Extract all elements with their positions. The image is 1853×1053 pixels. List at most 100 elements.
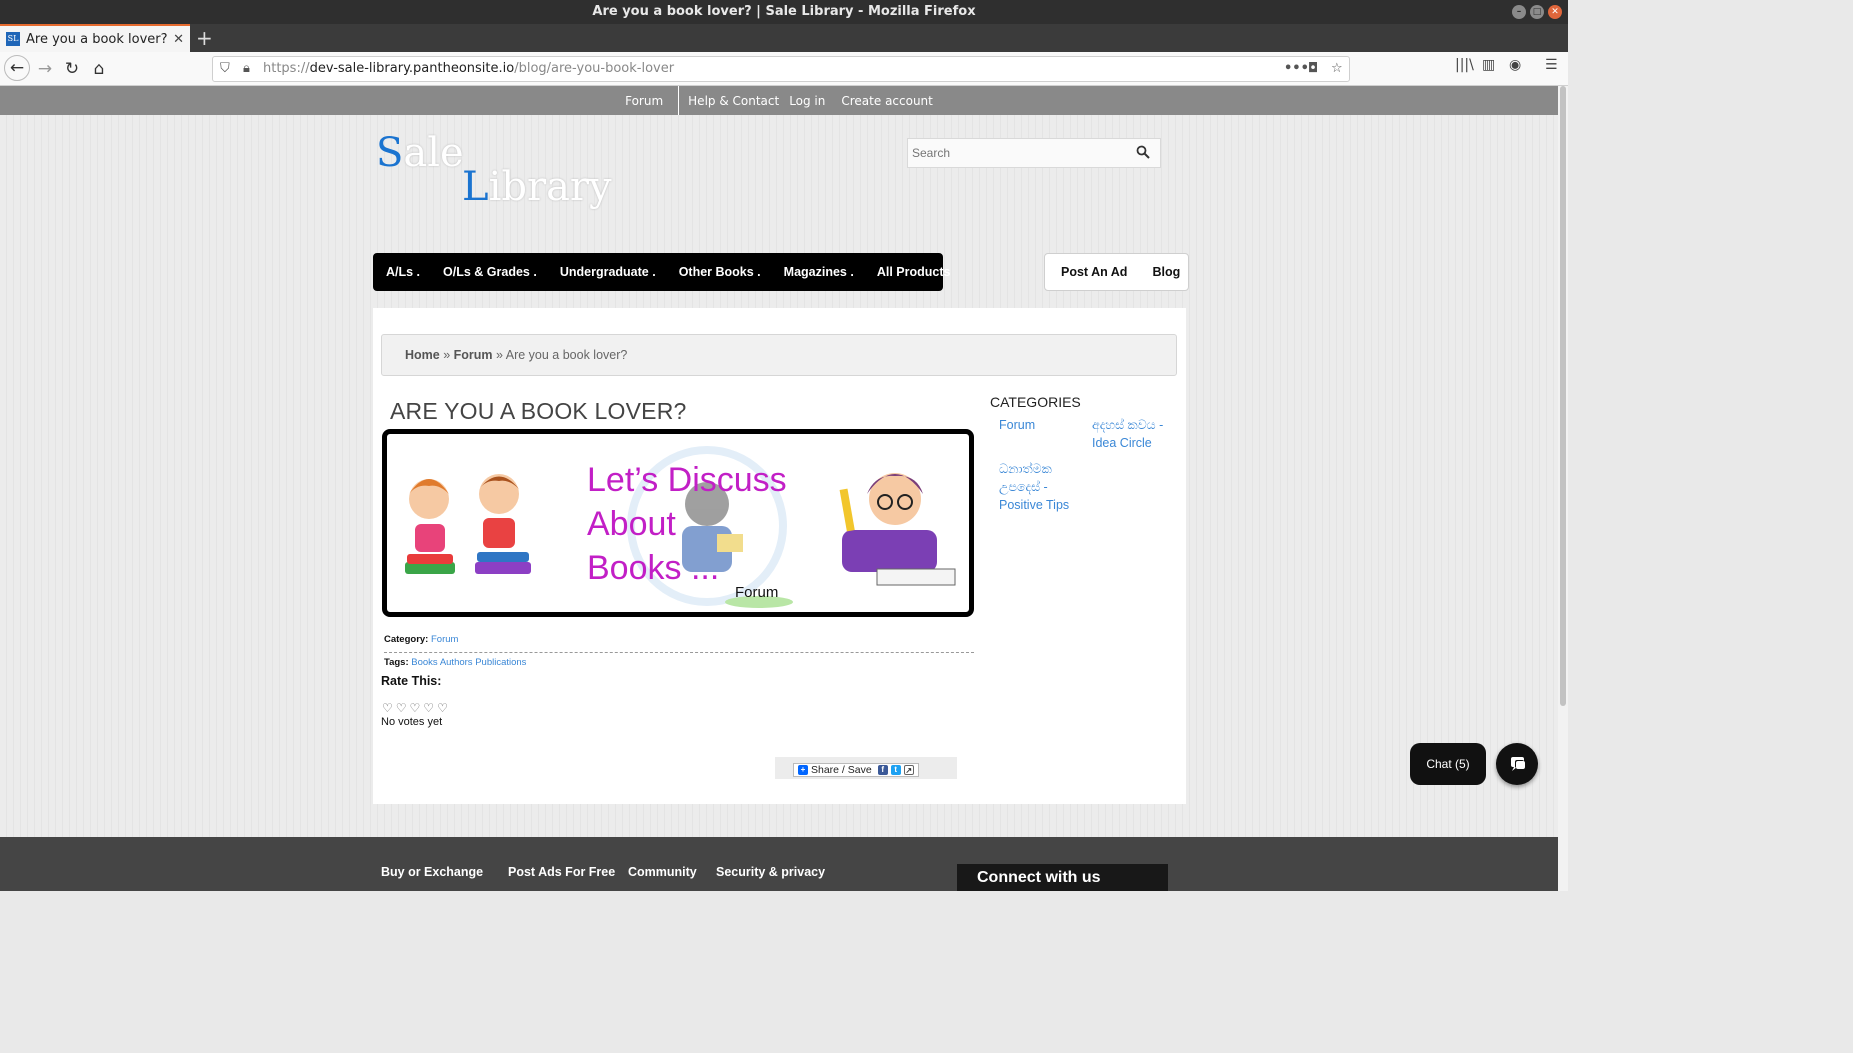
category-link-idea-circle[interactable]: අදහස් කවය - Idea Circle (1092, 416, 1172, 452)
favicon-icon: SL (6, 32, 20, 46)
search-input[interactable] (908, 139, 1128, 167)
facebook-icon[interactable]: f (877, 765, 888, 775)
twitter-icon[interactable]: t (890, 765, 901, 775)
url-scheme: https:// (263, 61, 310, 76)
breadcrumb-separator: » (492, 348, 506, 362)
window-titlebar: Are you a book lover? | Sale Library - M… (0, 0, 1568, 24)
minimize-icon[interactable]: – (1512, 5, 1526, 19)
pocket-icon[interactable]: ◘ (1308, 57, 1318, 81)
menu-item-other-books[interactable]: Other Books . (679, 265, 761, 279)
breadcrumb-forum[interactable]: Forum (454, 348, 493, 362)
category-link[interactable]: Forum (431, 634, 458, 645)
url-bar[interactable]: ⛉ 🔒︎ https://dev-sale-library.pantheonsi… (212, 56, 1350, 82)
share-label: Share / Save (811, 764, 872, 776)
category-label: Category: (384, 634, 429, 645)
menu-item-undergraduate[interactable]: Undergraduate . (560, 265, 656, 279)
rating-widget: ♡ ♡ ♡ ♡ ♡ (382, 702, 448, 714)
votes-count: No votes yet (381, 716, 443, 728)
article-tags: Tags: Books Authors Publications (384, 652, 974, 668)
heart-rating-icon[interactable]: ♡ (410, 702, 421, 714)
search-icon[interactable] (1136, 145, 1150, 159)
content-panel: Home » Forum » Are you a book lover? ARE… (373, 308, 1186, 804)
bookmark-star-icon[interactable]: ☆ (1331, 57, 1343, 81)
menu-item-magazines[interactable]: Magazines . (784, 265, 854, 279)
category-link-forum[interactable]: Forum (999, 416, 1035, 434)
share-save-button[interactable]: + Share / Save f t ↗ (793, 763, 919, 777)
breadcrumb-current: Are you a book lover? (505, 348, 628, 362)
scrollbar-thumb[interactable] (1560, 86, 1566, 706)
footer-link-community[interactable]: Community (628, 865, 697, 879)
share-plus-icon: + (798, 765, 808, 775)
girl-lying-icon (839, 473, 956, 586)
topbar-divider (678, 86, 680, 115)
main-menu: A/Ls . O/Ls & Grades . Undergraduate . O… (373, 253, 950, 291)
close-tab-icon[interactable]: ✕ (173, 32, 184, 47)
reload-button[interactable]: ↻ (60, 57, 84, 81)
topbar-create-account-link[interactable]: Create account (836, 94, 938, 108)
footer-link-buy-exchange[interactable]: Buy or Exchange (381, 865, 483, 879)
connect-with-us-heading: Connect with us (957, 864, 1168, 891)
shield-icon[interactable]: ⛉ (220, 57, 230, 81)
menu-item-als[interactable]: A/Ls . (386, 265, 420, 279)
girl-reading-icon (405, 479, 455, 574)
categories-title: CATEGORIES (990, 394, 1081, 410)
share-arrow-icon[interactable]: ↗ (903, 765, 914, 775)
page-scrollbar[interactable] (1558, 86, 1568, 891)
footer-link-security[interactable]: Security & privacy (716, 865, 825, 879)
web-page: Forum Help & Contact Log in Create accou… (0, 86, 1558, 891)
url-text: https://dev-sale-library.pantheonsite.io… (263, 57, 674, 81)
new-tab-button[interactable]: + (196, 26, 213, 50)
close-window-icon[interactable]: ✕ (1548, 5, 1562, 19)
tags-label: Tags: (384, 657, 409, 668)
page-actions-icon[interactable]: ••• (1284, 57, 1309, 81)
topbar-help-link[interactable]: Help & Contact (683, 94, 784, 108)
tab-bar: SL Are you a book lover? | Sal ✕ + (0, 24, 1568, 52)
secondary-menu: Post An Ad Blog (1044, 253, 1189, 291)
banner-line: About (587, 505, 676, 543)
site-logo[interactable]: Sale Library (376, 130, 616, 210)
article-category: Category: Forum (384, 634, 458, 645)
lock-icon[interactable]: 🔒︎ (243, 57, 250, 81)
account-icon[interactable]: ◉ (1509, 57, 1521, 73)
footer-link-post-ads[interactable]: Post Ads For Free (508, 865, 615, 879)
category-link-positive-tips[interactable]: ධනාත්මක උපදෙස් - Positive Tips (999, 460, 1079, 514)
chat-button[interactable] (1496, 743, 1538, 785)
post-an-ad-link[interactable]: Post An Ad (1061, 265, 1127, 279)
blog-link[interactable]: Blog (1152, 265, 1180, 279)
heart-rating-icon[interactable]: ♡ (423, 702, 434, 714)
banner-forum-label: Forum (735, 584, 779, 601)
menu-item-all-products[interactable]: All Products (877, 265, 951, 279)
maximize-icon[interactable]: □ (1530, 5, 1544, 19)
home-button[interactable]: ⌂ (87, 57, 111, 81)
share-bar: + Share / Save f t ↗ (775, 757, 957, 779)
tag-link[interactable]: Authors (440, 657, 473, 668)
topbar-login-link[interactable]: Log in (784, 94, 830, 108)
banner-headline: Let’s Discuss About Books ... (587, 458, 787, 590)
rate-this-label: Rate This: (381, 674, 442, 688)
navigation-toolbar: ← → ↻ ⌂ ⛉ 🔒︎ https://dev-sale-library.pa… (0, 52, 1568, 86)
article-title: ARE YOU A BOOK LOVER? (390, 398, 687, 424)
library-icon[interactable]: |||\ (1455, 57, 1474, 73)
breadcrumb-home[interactable]: Home (405, 348, 440, 362)
topbar-forum-link[interactable]: Forum (620, 94, 668, 108)
heart-rating-icon[interactable]: ♡ (437, 702, 448, 714)
tag-link[interactable]: Publications (475, 657, 526, 668)
back-button[interactable]: ← (4, 55, 30, 81)
boy-reading-icon (475, 474, 531, 574)
browser-tab[interactable]: SL Are you a book lover? | Sal ✕ (0, 24, 190, 52)
menu-item-ols-grades[interactable]: O/Ls & Grades . (443, 265, 537, 279)
url-host: dev-sale-library.pantheonsite.io (309, 61, 515, 76)
logo-word-library: Library (462, 164, 612, 210)
footer: Buy or Exchange Post Ads For Free Commun… (0, 837, 1558, 891)
forward-button[interactable]: → (33, 57, 57, 81)
heart-rating-icon[interactable]: ♡ (396, 702, 407, 714)
heart-rating-icon[interactable]: ♡ (382, 702, 393, 714)
sidebar-icon[interactable]: ▥ (1482, 57, 1495, 73)
chat-label-button[interactable]: Chat (5) (1410, 743, 1486, 785)
menu-icon[interactable]: ☰ (1545, 57, 1558, 73)
url-path: /blog/are-you-book-lover (514, 61, 675, 76)
tag-link[interactable]: Books (411, 657, 437, 668)
logo-word-sale: Sale (376, 130, 464, 176)
window-title: Are you a book lover? | Sale Library - M… (592, 4, 976, 19)
breadcrumb-separator: » (439, 348, 454, 362)
